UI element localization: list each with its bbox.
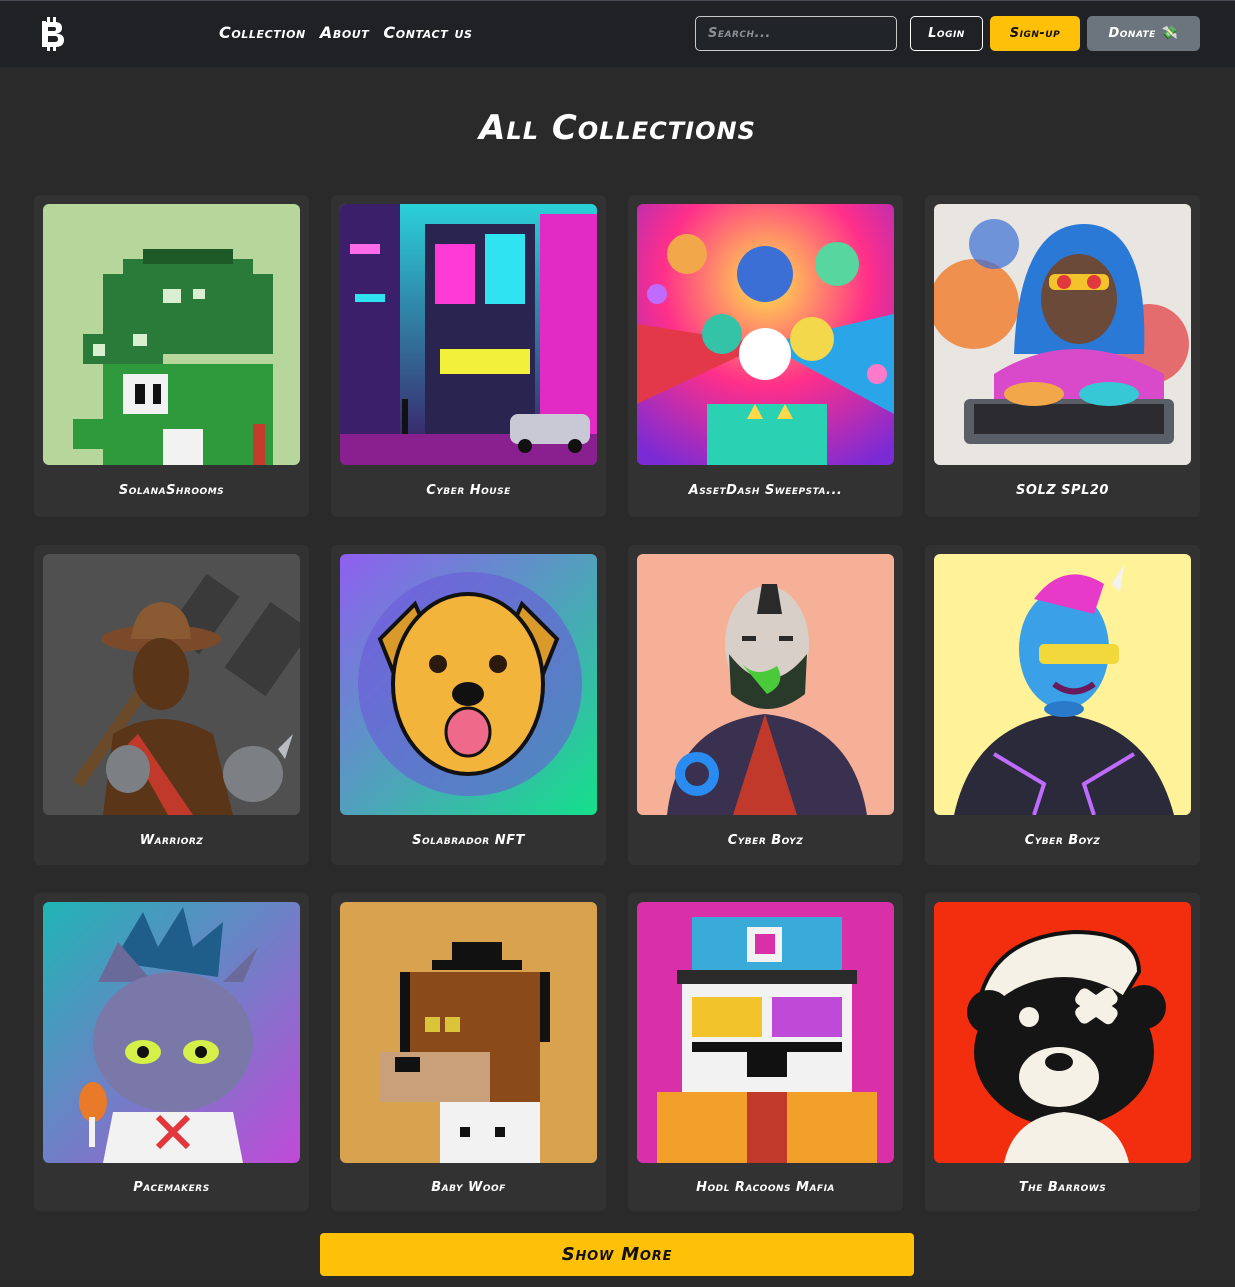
collection-title: SOLZ SPL20: [1016, 483, 1109, 498]
collection-title: SolanaShrooms: [118, 483, 225, 498]
money-icon: 💸: [1161, 26, 1179, 41]
collection-card[interactable]: AssetDash Sweepsta...: [628, 195, 903, 517]
collection-title: Warriorz: [139, 833, 204, 848]
signup-button[interactable]: Sign-up: [990, 16, 1080, 51]
collection-image: [340, 554, 597, 815]
collection-title: Cyber Boyz: [1024, 833, 1101, 848]
collection-image: [43, 554, 300, 815]
collection-card[interactable]: Cyber Boyz: [925, 545, 1200, 865]
collection-image: [43, 902, 300, 1163]
collection-image: [934, 902, 1191, 1163]
collection-title: Hodl Racoons Mafia: [696, 1180, 835, 1195]
pixel-raccoon-cap-image: [637, 902, 894, 1163]
pixel-dog-with-hat-image: [340, 902, 597, 1163]
collection-image: [637, 902, 894, 1163]
collection-card[interactable]: Cyber Boyz: [628, 545, 903, 865]
warrior-with-hammer-image: [43, 554, 300, 815]
page-title: All Collections: [479, 108, 756, 148]
hooded-graffiti-artist-image: [934, 204, 1191, 465]
collection-card[interactable]: Warriorz: [34, 545, 309, 865]
collections-grid: SolanaShrooms Cyber House AssetDash Swee…: [34, 195, 1200, 1211]
collection-card[interactable]: Cyber House: [331, 195, 606, 517]
pixel-golden-dog-image: [340, 554, 597, 815]
search-input[interactable]: [695, 16, 897, 51]
nav-link-about[interactable]: About: [320, 23, 370, 42]
colorful-character-collage-image: [637, 204, 894, 465]
collection-image: [340, 902, 597, 1163]
collection-card[interactable]: The Barrows: [925, 893, 1200, 1211]
nav-link-contact[interactable]: Contact us: [383, 23, 472, 42]
bear-with-cap-image: [934, 902, 1191, 1163]
collection-image: [637, 554, 894, 815]
nav-links: Collection About Contact us: [219, 23, 473, 42]
donate-label: Donate: [1108, 26, 1156, 41]
collection-title: AssetDash Sweepsta...: [688, 483, 843, 498]
collection-title: The Barrows: [1018, 1180, 1107, 1195]
collection-card[interactable]: Solabrador NFT: [331, 545, 606, 865]
collection-card[interactable]: Pacemakers: [34, 893, 309, 1211]
collection-card[interactable]: Hodl Racoons Mafia: [628, 893, 903, 1211]
bitcoin-logo-icon[interactable]: [38, 17, 66, 51]
collection-title: Baby Woof: [431, 1180, 506, 1195]
collection-card[interactable]: Baby Woof: [331, 893, 606, 1211]
collection-card[interactable]: SolanaShrooms: [34, 195, 309, 517]
neon-cyberpunk-building-image: [340, 204, 597, 465]
login-button[interactable]: Login: [910, 16, 983, 51]
pixel-mushroom-dino-image: [43, 204, 300, 465]
masked-cyber-man-image: [637, 554, 894, 815]
collection-image: [934, 554, 1191, 815]
navbar: Collection About Contact us Login Sign-u…: [0, 0, 1235, 67]
nav-link-collection[interactable]: Collection: [219, 23, 306, 42]
cartoon-cat-punk-image: [43, 902, 300, 1163]
blue-cyber-unicorn-image: [934, 554, 1191, 815]
collection-image: [934, 204, 1191, 465]
collection-title: Cyber Boyz: [727, 833, 804, 848]
show-more-button[interactable]: Show More: [320, 1233, 914, 1276]
collection-image: [340, 204, 597, 465]
collection-title: Solabrador NFT: [412, 833, 525, 848]
collection-image: [43, 204, 300, 465]
collection-image: [637, 204, 894, 465]
collection-title: Pacemakers: [133, 1180, 210, 1195]
collection-card[interactable]: SOLZ SPL20: [925, 195, 1200, 517]
collection-title: Cyber House: [426, 483, 511, 498]
donate-button[interactable]: Donate 💸: [1087, 16, 1200, 51]
